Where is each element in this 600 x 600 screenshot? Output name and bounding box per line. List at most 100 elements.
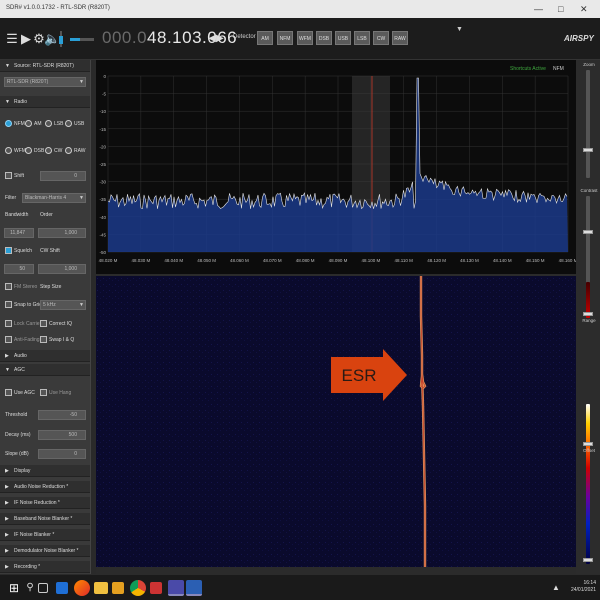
filter-select[interactable]: Blackman-Harris 4 ▼	[22, 193, 86, 203]
close-icon[interactable]: ✕	[580, 2, 588, 16]
detector-cw-button[interactable]: CW	[373, 31, 389, 45]
swap-iq-label: Swap I & Q	[49, 337, 75, 343]
step-size-select[interactable]: 5 kHz ▼	[40, 300, 86, 310]
range-slider-knob[interactable]	[583, 312, 593, 316]
section-audio-noise-reduction-label: Audio Noise Reduction *	[14, 484, 69, 490]
shift-input[interactable]: 0	[40, 171, 86, 181]
spectrum-panel[interactable]: 0 -5 -10 -15 -20 -25 -30 -35 -40 -45 -50 48.020 M 4…	[96, 60, 578, 274]
section-recording[interactable]: ▶ Recording *	[0, 561, 90, 573]
section-display[interactable]: ▶ Display	[0, 465, 90, 477]
anti-fading-checkbox[interactable]	[5, 336, 12, 343]
squelch-checkbox[interactable]	[5, 247, 12, 254]
squelch-label: Squelch	[14, 248, 33, 254]
detector-raw-button[interactable]: RAW	[392, 31, 408, 45]
radio-cw[interactable]	[45, 147, 52, 154]
lock-carrier-checkbox[interactable]	[5, 320, 12, 327]
edge-browser-icon[interactable]	[56, 582, 68, 594]
detector-am-button[interactable]: AM	[257, 31, 273, 45]
radio-usb-label: USB	[74, 121, 85, 127]
radio-am-label: AM	[34, 121, 42, 127]
source-select[interactable]: RTL-SDR (R820T) ▼	[4, 77, 86, 87]
section-source[interactable]: ▼ Source: RTL-SDR (R820T)	[0, 60, 90, 72]
zoom-slider[interactable]	[586, 70, 590, 178]
offset-slider-knob-bottom[interactable]	[583, 558, 593, 562]
chevron-right-icon: ▶	[5, 548, 9, 554]
section-if-noise-reduction[interactable]: ▶ IF Noise Reduction *	[0, 497, 90, 509]
detector-usb-button[interactable]: USB	[335, 31, 351, 45]
windows-start-icon[interactable]: ⊞	[6, 580, 22, 596]
volume-slider[interactable]	[58, 30, 64, 48]
section-audio-noise-reduction[interactable]: ▶ Audio Noise Reduction *	[0, 481, 90, 493]
esr-callout: ESR	[331, 349, 411, 406]
step-size-value: 5 kHz	[43, 302, 56, 308]
swap-iq-checkbox[interactable]	[40, 336, 47, 343]
task-view-icon[interactable]	[38, 583, 48, 593]
offset-slider-knob[interactable]	[583, 442, 593, 446]
radio-am[interactable]	[25, 120, 32, 127]
slope-value: 0	[74, 451, 77, 457]
shift-checkbox[interactable]	[5, 172, 12, 179]
radio-dsb[interactable]	[25, 147, 32, 154]
fm-stereo-label: FM Stereo	[14, 284, 38, 290]
chrome-icon[interactable]	[130, 580, 146, 596]
tuning-slider[interactable]	[70, 30, 94, 48]
section-baseband-noise-blanker[interactable]: ▶ Baseband Noise Blanker *	[0, 513, 90, 525]
app-icon-2[interactable]	[150, 582, 162, 594]
waterfall-display[interactable]	[96, 276, 576, 567]
spectrum-trace	[107, 77, 568, 210]
app-icon-3[interactable]	[186, 580, 202, 596]
squelch-input[interactable]: 50	[4, 264, 34, 274]
cw-shift-label: CW Shift	[40, 248, 60, 254]
fm-stereo-checkbox[interactable]	[5, 283, 12, 290]
offset-label: Offset	[583, 448, 595, 453]
decay-input[interactable]: 500	[38, 430, 86, 440]
use-hang-checkbox[interactable]	[40, 389, 47, 396]
section-agc[interactable]: ▼ AGC	[0, 364, 90, 376]
section-radio[interactable]: ▼ Radio	[0, 96, 90, 108]
radio-nfm[interactable]	[5, 120, 12, 127]
threshold-input[interactable]: -50	[38, 410, 86, 420]
bandwidth-input[interactable]: 11,847	[4, 228, 34, 238]
section-audio[interactable]: ▶ Audio	[0, 350, 90, 362]
correct-iq-checkbox[interactable]	[40, 320, 47, 327]
detector-nfm-button[interactable]: NFM	[277, 31, 293, 45]
detector-dsb-button[interactable]: DSB	[316, 31, 332, 45]
slope-input[interactable]: 0	[38, 449, 86, 459]
sdrsharp-taskbar-icon[interactable]	[168, 580, 184, 596]
maximize-icon[interactable]: □	[558, 2, 563, 16]
detector-lsb-button[interactable]: LSB	[354, 31, 370, 45]
file-explorer-icon[interactable]	[94, 582, 108, 594]
contrast-slider-knob[interactable]	[583, 230, 593, 234]
order-input[interactable]: 1,000	[38, 228, 86, 238]
cw-shift-input[interactable]: 1,000	[38, 264, 86, 274]
spectrum-x-tick: 48.020 M	[99, 258, 118, 263]
order-value: 1,000	[64, 230, 77, 236]
radio-raw-label: RAW	[74, 148, 86, 154]
app-icon-1[interactable]	[112, 582, 124, 594]
radio-usb[interactable]	[65, 120, 72, 127]
zoom-slider-knob[interactable]	[583, 148, 593, 152]
radio-lsb[interactable]	[45, 120, 52, 127]
anti-fading-label: Anti-Fading	[14, 337, 40, 343]
offset-colormap-slider[interactable]	[586, 404, 590, 564]
firefox-icon[interactable]	[74, 580, 90, 596]
tuning-arrows-icon[interactable]: ◀▶	[208, 30, 224, 48]
search-icon[interactable]: ⚲	[22, 580, 38, 596]
radio-wfm[interactable]	[5, 147, 12, 154]
correct-iq-label: Correct IQ	[49, 321, 73, 327]
contrast-slider[interactable]	[586, 196, 590, 290]
snap-to-grid-checkbox[interactable]	[5, 301, 12, 308]
section-if-noise-blanker[interactable]: ▶ IF Noise Blanker *	[0, 529, 90, 541]
radio-raw[interactable]	[65, 147, 72, 154]
zoom-label: Zoom	[583, 62, 595, 67]
use-agc-checkbox[interactable]	[5, 389, 12, 396]
section-demodulator-noise-blanker[interactable]: ▶ Demodulator Noise Blanker *	[0, 545, 90, 557]
snap-to-grid-label: Snap to Grid	[14, 302, 43, 308]
taskbar-clock[interactable]: 16:14 24/01/2021	[568, 580, 596, 594]
tray-icon[interactable]: ▲	[552, 580, 568, 596]
minimize-icon[interactable]: —	[534, 2, 543, 16]
chevron-right-icon: ▶	[5, 484, 9, 490]
spectrum-analyzer[interactable]: 0 -5 -10 -15 -20 -25 -30 -35 -40 -45 -50 48.020 M 4…	[96, 60, 578, 274]
detector-wfm-button[interactable]: WFM	[297, 31, 313, 45]
chevron-down-icon[interactable]: ▼	[456, 26, 463, 33]
